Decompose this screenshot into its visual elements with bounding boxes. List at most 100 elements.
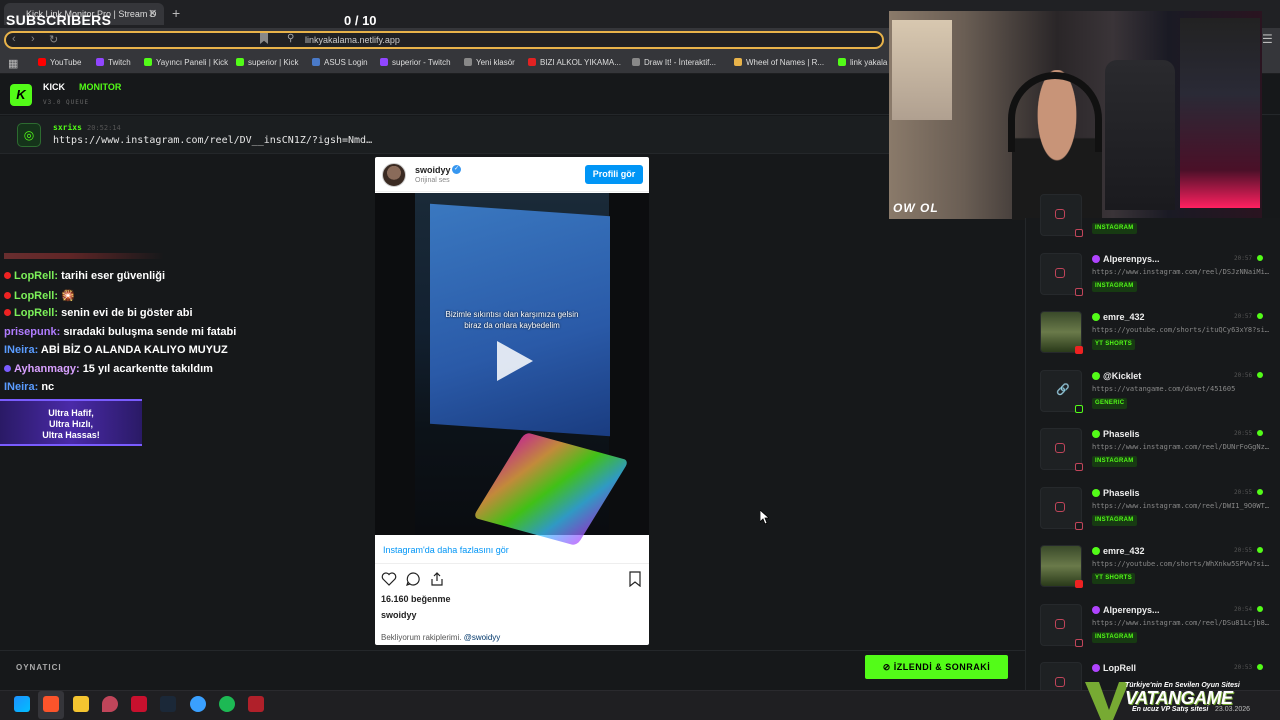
queue-item[interactable]: Alperenpys... 20:54 https://www.instagram.… bbox=[1040, 603, 1270, 654]
instagram-username[interactable]: swoidyy bbox=[415, 165, 451, 175]
current-link-time: 20:52:14 bbox=[87, 124, 121, 132]
chat-badge-icon bbox=[4, 272, 11, 279]
queue-url[interactable]: https://youtube.com/shorts/ituQCy63xY8?s… bbox=[1092, 326, 1269, 334]
url-text[interactable]: linkyakalama.netlify.app bbox=[305, 35, 400, 45]
play-icon[interactable] bbox=[491, 339, 535, 383]
caption-text: Bekliyorum rakiplerimi. @swoidyy bbox=[381, 633, 500, 642]
reload-icon[interactable]: ↻ bbox=[49, 33, 58, 46]
back-icon[interactable]: ‹ bbox=[12, 33, 16, 45]
queue-item[interactable]: emre_432 20:55 https://youtube.com/shorts/… bbox=[1040, 545, 1270, 595]
view-more-on-instagram-link[interactable]: Instagram'da daha fazlasını gör bbox=[383, 545, 509, 555]
queue-item[interactable]: INSTAGRAM bbox=[1040, 194, 1270, 244]
queue-item[interactable]: 🔗 @Kicklet 20:56 https://vatangame.com/dave… bbox=[1040, 369, 1270, 420]
bookmark-label: superior | Kick bbox=[248, 58, 299, 67]
queue-item[interactable]: Phaselis 20:55 https://www.instagram.com/r… bbox=[1040, 428, 1270, 478]
app-red-icon[interactable] bbox=[131, 696, 147, 712]
online-status-icon bbox=[1257, 605, 1263, 612]
ad-line-3: Ultra Hassas! bbox=[42, 430, 100, 440]
bookmark-favicon-icon bbox=[380, 58, 388, 66]
maps-pin-icon[interactable] bbox=[102, 696, 118, 712]
player-label: OYNATICI bbox=[16, 663, 62, 672]
queue-item[interactable]: emre_432 20:57 https://youtube.com/shorts/… bbox=[1040, 311, 1270, 361]
chat-cropped-line bbox=[4, 253, 164, 259]
tab-close-icon[interactable]: ✕ bbox=[148, 7, 157, 20]
bookmark-item[interactable]: superior - Twitch bbox=[380, 58, 451, 67]
site-info-icon[interactable]: ⚲ bbox=[287, 33, 294, 44]
brave-browser-icon[interactable] bbox=[43, 696, 59, 712]
bookmark-item[interactable]: link yakala bbox=[838, 58, 887, 67]
platform-tag: YT SHORTS bbox=[1092, 339, 1136, 350]
platform-tag: INSTAGRAM bbox=[1092, 280, 1137, 292]
caption-mention[interactable]: @swoidyy bbox=[464, 633, 501, 642]
comment-icon[interactable] bbox=[405, 571, 421, 587]
stream-app-icon[interactable] bbox=[248, 696, 264, 712]
queue-url[interactable]: https://www.instagram.com/reel/DUNrFoGgN… bbox=[1092, 443, 1269, 451]
queue-url[interactable]: https://youtube.com/shorts/WhXnkw5SPVw?s… bbox=[1092, 560, 1269, 568]
bookmark-item[interactable]: Draw It! - İnteraktif... bbox=[632, 58, 716, 67]
instagram-small-icon bbox=[1075, 521, 1083, 530]
queue-thumbnail: 🔗 bbox=[1040, 369, 1083, 413]
chat-message: INeira: ABİ BİZ O ALANDA KALIYO MUYUZ bbox=[4, 344, 228, 356]
steam-icon[interactable] bbox=[160, 696, 176, 712]
video-caption-line-2: biraz da onlara kaybedelim bbox=[464, 321, 560, 330]
online-status-icon bbox=[1257, 547, 1263, 553]
caption-username[interactable]: swoidyy bbox=[381, 610, 417, 620]
online-status-icon bbox=[1257, 664, 1263, 670]
queue-item[interactable]: Alperenpys... 20:57 https://www.instagram.… bbox=[1040, 252, 1270, 303]
current-link-url[interactable]: https://www.instagram.com/reel/DV__insCN… bbox=[53, 135, 372, 146]
queue-item[interactable]: Phaselis 20:55 https://www.instagram.com/r… bbox=[1040, 486, 1270, 537]
bookmark-item[interactable]: ASUS Login bbox=[312, 58, 368, 67]
bookmark-item[interactable]: Wheel of Names | R... bbox=[734, 58, 824, 67]
watched-next-button[interactable]: ⊘ İZLENDİ & SONRAKİ bbox=[865, 655, 1008, 679]
bookmark-label: superior - Twitch bbox=[392, 58, 451, 67]
chat-text: senin evi de bi göster abi bbox=[61, 307, 193, 319]
brand-name-kick: KICK bbox=[43, 82, 65, 92]
bookmark-label: Wheel of Names | R... bbox=[746, 58, 825, 67]
webcam-shelf bbox=[1180, 18, 1260, 208]
bookmark-favicon-icon bbox=[144, 58, 152, 66]
subscribers-overlay-label: SUBSCRIBERS bbox=[6, 12, 112, 28]
new-tab-icon[interactable]: + bbox=[172, 5, 180, 21]
queue-username: emre_432 bbox=[1103, 546, 1145, 556]
platform-tag: INSTAGRAM bbox=[1092, 514, 1137, 526]
queue-username: @Kicklet bbox=[1103, 370, 1142, 381]
forward-icon[interactable]: › bbox=[31, 33, 35, 45]
link-small-icon bbox=[1075, 404, 1083, 413]
view-profile-button[interactable]: Profili gör bbox=[585, 165, 643, 184]
bookmark-item[interactable]: YouTube bbox=[38, 58, 81, 67]
file-explorer-icon[interactable] bbox=[73, 696, 89, 712]
bookmark-item[interactable]: BIZI ALKOL YIKAMA... bbox=[528, 58, 621, 67]
chat-message: LopRell: tarihi eser güvenliği bbox=[4, 270, 165, 282]
like-count[interactable]: 16.160 beğenme bbox=[381, 594, 451, 604]
like-heart-icon[interactable] bbox=[381, 571, 397, 587]
platform-tag: GENERIC bbox=[1092, 397, 1128, 409]
mouse-cursor-icon bbox=[760, 510, 769, 524]
chat-text: nc bbox=[41, 381, 55, 393]
link-icon: 🔗 bbox=[1056, 383, 1070, 396]
bookmark-item[interactable]: superior | Kick bbox=[236, 58, 299, 67]
queue-url[interactable]: https://www.instagram.com/reel/DSJzNNaiM… bbox=[1092, 268, 1269, 276]
address-bar[interactable] bbox=[4, 31, 884, 49]
queue-url[interactable]: https://vatangame.com/davet/451605 bbox=[1092, 385, 1235, 393]
avatar[interactable] bbox=[382, 163, 406, 187]
spotify-icon[interactable] bbox=[219, 696, 235, 712]
share-icon[interactable] bbox=[429, 571, 445, 587]
apps-grid-icon[interactable]: ▦ bbox=[8, 57, 18, 70]
queue-url[interactable]: https://www.instagram.com/reel/DSu81Lcjb… bbox=[1092, 619, 1269, 627]
windows-start-icon[interactable] bbox=[14, 696, 30, 712]
queue-url[interactable]: https://www.instagram.com/reel/DWI1_9O0W… bbox=[1092, 502, 1269, 510]
browser-menu-icon[interactable]: ☰ bbox=[1262, 32, 1273, 46]
platform-tag: INSTAGRAM bbox=[1092, 631, 1137, 643]
instagram-audio-label[interactable]: Orijinal ses bbox=[415, 177, 450, 184]
user-badge-icon bbox=[1092, 430, 1100, 438]
app-version: V3.0 QUEUE bbox=[43, 99, 90, 106]
chat-text: 🎇 bbox=[61, 289, 75, 302]
bookmark-item[interactable]: Twitch bbox=[96, 58, 131, 67]
bookmark-item[interactable]: Yeni klasör bbox=[464, 58, 515, 67]
app-blue-icon[interactable] bbox=[190, 696, 206, 712]
bookmark-item[interactable]: Yayıncı Paneli | Kick bbox=[144, 58, 228, 67]
user-badge-icon bbox=[1092, 371, 1100, 380]
save-bookmark-icon[interactable] bbox=[627, 571, 643, 587]
chat-username: LopRell bbox=[14, 307, 55, 319]
queue-thumbnail bbox=[1040, 486, 1083, 530]
